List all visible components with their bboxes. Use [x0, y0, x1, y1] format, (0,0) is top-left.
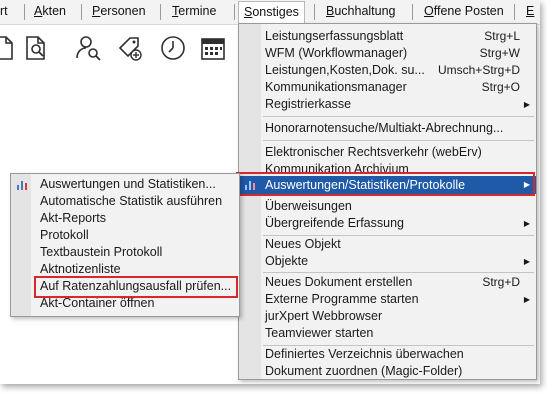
- menu-item-label: Neues Dokument erstellen: [265, 275, 413, 289]
- submenu-annotation-box: [34, 276, 238, 298]
- application-window: rt Akten Personen Termine Sonstiges Buch…: [0, 0, 540, 384]
- bar-chart-icon: [17, 181, 27, 190]
- menu-termine[interactable]: Termine: [172, 4, 216, 18]
- menu-item-neues-dokument[interactable]: Neues Dokument erstellen Strg+D: [239, 274, 536, 291]
- menu-item-honorarnotensuche[interactable]: Honorarnotensuche/Multiakt-Abrechnung...: [239, 120, 536, 137]
- menu-item-ueberweisungen[interactable]: Überweisungen: [239, 198, 536, 215]
- menu-item-shortcut: Strg+O: [481, 80, 520, 94]
- menu-item-label: WFM (Workflowmanager): [265, 46, 408, 60]
- menu-separator: [160, 4, 161, 20]
- document-icon[interactable]: [0, 34, 22, 62]
- menu-item-label: Kommunikationsmanager: [265, 80, 407, 94]
- menu-item-dokument-zuordnen[interactable]: Dokument zuordnen (Magic-Folder): [239, 363, 536, 380]
- menu-item-leistungen-kosten[interactable]: Leistungen,Kosten,Dok. su... Umsch+Strg+…: [239, 62, 536, 79]
- menu-item-kommunikationsmanager[interactable]: Kommunikationsmanager Strg+O: [239, 79, 536, 96]
- menu-item-label: Protokoll: [40, 228, 89, 242]
- menu-item-label: Honorarnotensuche/Multiakt-Abrechnung...: [265, 121, 504, 135]
- menu-item-label: jurXpert Webbrowser: [265, 309, 383, 323]
- menu-item-uebergreifende-erfassung[interactable]: Übergreifende Erfassung ▶: [239, 215, 536, 232]
- menu-offene-posten[interactable]: Offene Posten: [424, 4, 504, 18]
- menu-personen-rest: ersonen: [100, 4, 146, 18]
- menu-item-shortcut: Strg+D: [482, 275, 520, 289]
- calendar-icon[interactable]: [198, 34, 228, 62]
- menu-partial-right[interactable]: E: [526, 4, 534, 18]
- menu-offene-posten-rest: ffene Posten: [433, 4, 504, 18]
- menu-personen[interactable]: Personen: [92, 4, 146, 18]
- menu-sonstiges-rest: onstiges: [252, 5, 299, 19]
- menu-item-leistungserfassungsblatt[interactable]: Leistungserfassungsblatt Strg+L: [239, 28, 536, 45]
- submenu-arrow-icon: ▶: [523, 100, 530, 109]
- submenu-item-protokoll[interactable]: Protokoll: [11, 227, 239, 244]
- submenu-item-automatische-statistik[interactable]: Automatische Statistik ausführen: [11, 193, 239, 210]
- menu-item-label: Leistungserfassungsblatt: [265, 29, 404, 43]
- menubar: rt Akten Personen Termine Sonstiges Buch…: [0, 0, 540, 25]
- menu-item-label: Übergreifende Erfassung: [265, 216, 404, 230]
- sonstiges-menu: Leistungserfassungsblatt Strg+L WFM (Wor…: [238, 23, 537, 380]
- menu-item-externe-programme[interactable]: Externe Programme starten ▶: [239, 291, 536, 308]
- menu-item-webery[interactable]: Elektronischer Rechtsverkehr (webErv): [239, 144, 536, 161]
- menu-item-verzeichnis-ueberwachen[interactable]: Definiertes Verzeichnis überwachen: [239, 346, 536, 363]
- menu-separator: [314, 4, 315, 20]
- submenu-arrow-icon: ▶: [523, 219, 530, 228]
- menu-akten[interactable]: Akten: [34, 4, 66, 18]
- menu-item-shortcut: Strg+W: [479, 46, 520, 60]
- menu-item-wfm[interactable]: WFM (Workflowmanager) Strg+W: [239, 45, 536, 62]
- menu-item-teamviewer[interactable]: Teamviewer starten: [239, 325, 536, 342]
- menu-item-label: Dokument zuordnen (Magic-Folder): [265, 364, 463, 378]
- mnemonic: O: [424, 4, 434, 18]
- submenu-item-akt-reports[interactable]: Akt-Reports: [11, 210, 239, 227]
- menu-separator: [514, 4, 515, 20]
- menu-separator: [234, 4, 235, 20]
- menu-sonstiges[interactable]: Sonstiges: [238, 1, 305, 24]
- mnemonic: E: [526, 4, 535, 18]
- submenu-item-textbaustein-protokoll[interactable]: Textbaustein Protokoll: [11, 244, 239, 261]
- menu-item-label: Objekte: [265, 254, 309, 268]
- menu-item-label: Textbaustein Protokoll: [40, 245, 163, 259]
- menu-item-label: Akt-Reports: [40, 211, 106, 225]
- submenu-item-auswertungen-statistiken[interactable]: Auswertungen und Statistiken...: [11, 176, 239, 193]
- tag-add-icon[interactable]: [116, 34, 146, 62]
- document-search-icon[interactable]: [24, 34, 54, 62]
- menu-termine-rest: ermine: [178, 4, 217, 18]
- menu-item-label: Neues Objekt: [265, 237, 341, 251]
- highlight-annotation-box: [236, 172, 535, 196]
- menu-item-label: Überweisungen: [265, 199, 352, 213]
- menu-separator: [81, 4, 82, 20]
- menu-separator: [263, 140, 534, 141]
- menu-item-label: Externe Programme starten: [265, 292, 419, 306]
- menu-akten-rest: kten: [42, 4, 66, 18]
- menu-item-registrierkasse[interactable]: Registrierkasse ▶: [239, 96, 536, 113]
- menu-separator: [24, 4, 25, 20]
- menu-partial-left[interactable]: rt: [0, 4, 8, 18]
- menu-buchhaltung[interactable]: Buchhaltung: [326, 4, 396, 18]
- submenu-arrow-icon: ▶: [523, 257, 530, 266]
- menu-item-label: Teamviewer starten: [265, 326, 374, 340]
- menu-item-label: Elektronischer Rechtsverkehr (webErv): [265, 145, 482, 159]
- submenu-arrow-icon: ▶: [523, 295, 530, 304]
- clock-icon[interactable]: [158, 34, 188, 62]
- menu-item-label: Auswertungen und Statistiken...: [40, 177, 216, 191]
- person-search-icon[interactable]: [74, 34, 104, 62]
- menu-item-jurxpert-webbrowser[interactable]: jurXpert Webbrowser: [239, 308, 536, 325]
- menu-item-label: Definiertes Verzeichnis überwachen: [265, 347, 464, 361]
- menu-item-shortcut: Strg+L: [484, 29, 520, 43]
- menu-item-label: Registrierkasse: [265, 97, 352, 111]
- menu-separator: [412, 4, 413, 20]
- menu-buchhaltung-rest: uchhaltung: [334, 4, 396, 18]
- menu-item-shortcut: Umsch+Strg+D: [437, 63, 520, 77]
- menu-item-neues-objekt[interactable]: Neues Objekt: [239, 236, 536, 253]
- menu-item-objekte[interactable]: Objekte ▶: [239, 253, 536, 270]
- menu-item-label: Automatische Statistik ausführen: [40, 194, 223, 208]
- menu-separator: [263, 116, 534, 117]
- menu-separator: [263, 272, 534, 273]
- menu-item-label: Leistungen,Kosten,Dok. su...: [265, 63, 425, 77]
